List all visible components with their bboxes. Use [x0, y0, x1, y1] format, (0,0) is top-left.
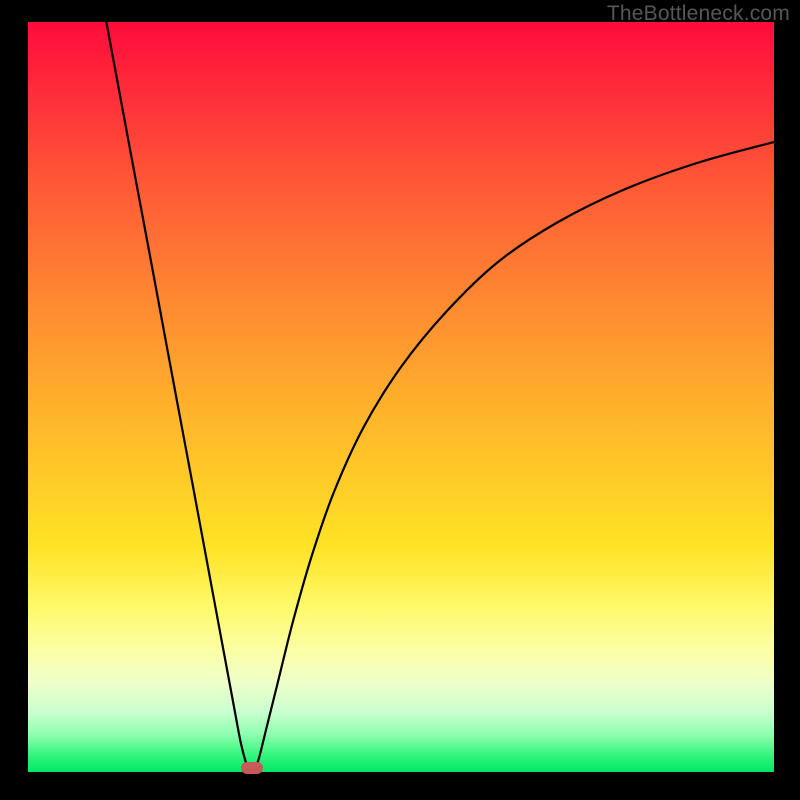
curve-left-branch [106, 22, 248, 770]
curve-svg [28, 22, 774, 772]
curve-right-branch [255, 142, 774, 770]
chart-frame: TheBottleneck.com [0, 0, 800, 800]
min-marker [241, 762, 263, 774]
plot-area [28, 22, 774, 772]
